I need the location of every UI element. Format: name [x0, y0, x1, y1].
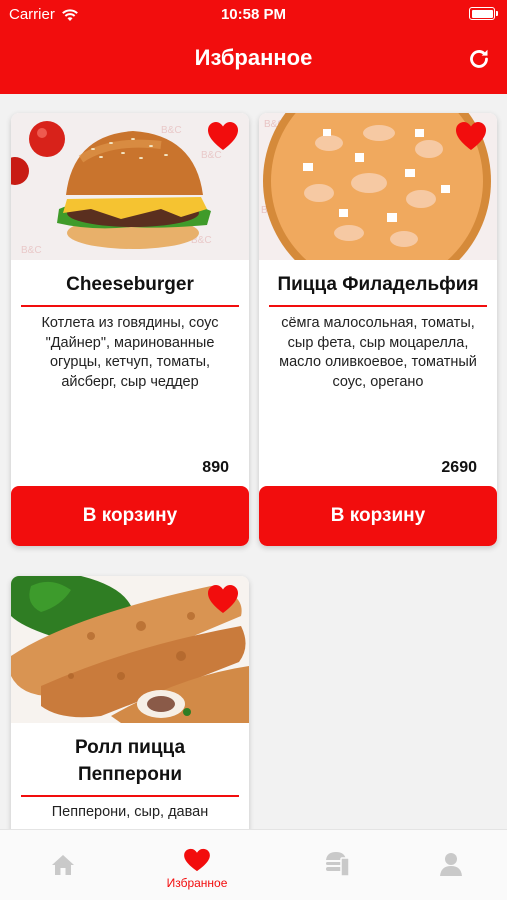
- product-image-pizza-philadelphia: B&CB&C B&CB&C: [259, 113, 497, 260]
- app-screen: Carrier 10:58 PM Избранное B&C B&C B&C B…: [0, 0, 507, 900]
- tab-home[interactable]: [0, 830, 126, 900]
- favorite-heart-icon[interactable]: [207, 584, 239, 614]
- status-bar: Carrier 10:58 PM: [0, 0, 507, 30]
- home-icon: [52, 855, 74, 875]
- title-divider: [269, 305, 487, 307]
- favorites-grid: B&C B&C B&C B&C Cheeseburger Котлета из …: [0, 94, 507, 829]
- favorite-heart-icon[interactable]: [455, 121, 487, 151]
- tab-menu[interactable]: [274, 830, 400, 900]
- tab-profile[interactable]: [388, 830, 507, 900]
- product-title: Пицца Филадельфия: [277, 274, 479, 295]
- tab-bar: Избранное: [0, 829, 507, 900]
- favorite-heart-icon[interactable]: [207, 121, 239, 151]
- product-description: Пепперони, сыр, даван: [51, 804, 209, 820]
- add-to-cart-button[interactable]: В корзину: [11, 486, 249, 546]
- product-title: Ролл пицца Пепперони: [74, 737, 186, 785]
- product-description: Котлета из говядины, соус "Дайнер", мари…: [41, 315, 219, 390]
- title-divider: [21, 305, 239, 307]
- tab-label-favorites: Избранное: [166, 876, 228, 890]
- product-image-roll-pepperoni: [11, 576, 249, 723]
- refresh-icon[interactable]: [467, 47, 491, 71]
- product-title: Cheeseburger: [66, 274, 194, 295]
- header: Carrier 10:58 PM Избранное: [0, 0, 507, 94]
- status-time: 10:58 PM: [220, 6, 287, 23]
- profile-icon: [440, 853, 462, 876]
- product-price: 2690: [441, 459, 477, 476]
- product-card: Ролл пицца Пепперони Пепперони, сыр, дав…: [11, 576, 249, 829]
- svg-text:B&C: B&C: [161, 125, 182, 136]
- title-divider: [21, 795, 239, 797]
- svg-text:B&C: B&C: [21, 245, 42, 256]
- add-to-cart-button[interactable]: В корзину: [259, 486, 497, 546]
- product-card: B&CB&C B&CB&C: [11, 113, 249, 546]
- product-price: 890: [202, 459, 229, 476]
- battery-icon: [469, 7, 498, 20]
- product-image-cheeseburger: B&C B&C B&C B&C: [11, 113, 249, 260]
- tab-favorites[interactable]: Избранное: [134, 830, 260, 900]
- heart-icon: [184, 848, 210, 872]
- product-description: сёмга малосольная, томаты, сыр фета, сыр…: [279, 315, 477, 390]
- menu-food-icon: [326, 852, 350, 877]
- product-card: B&CB&C B&CB&C: [259, 113, 497, 546]
- svg-text:B&C: B&C: [201, 150, 222, 161]
- page-title: Избранное: [194, 45, 313, 70]
